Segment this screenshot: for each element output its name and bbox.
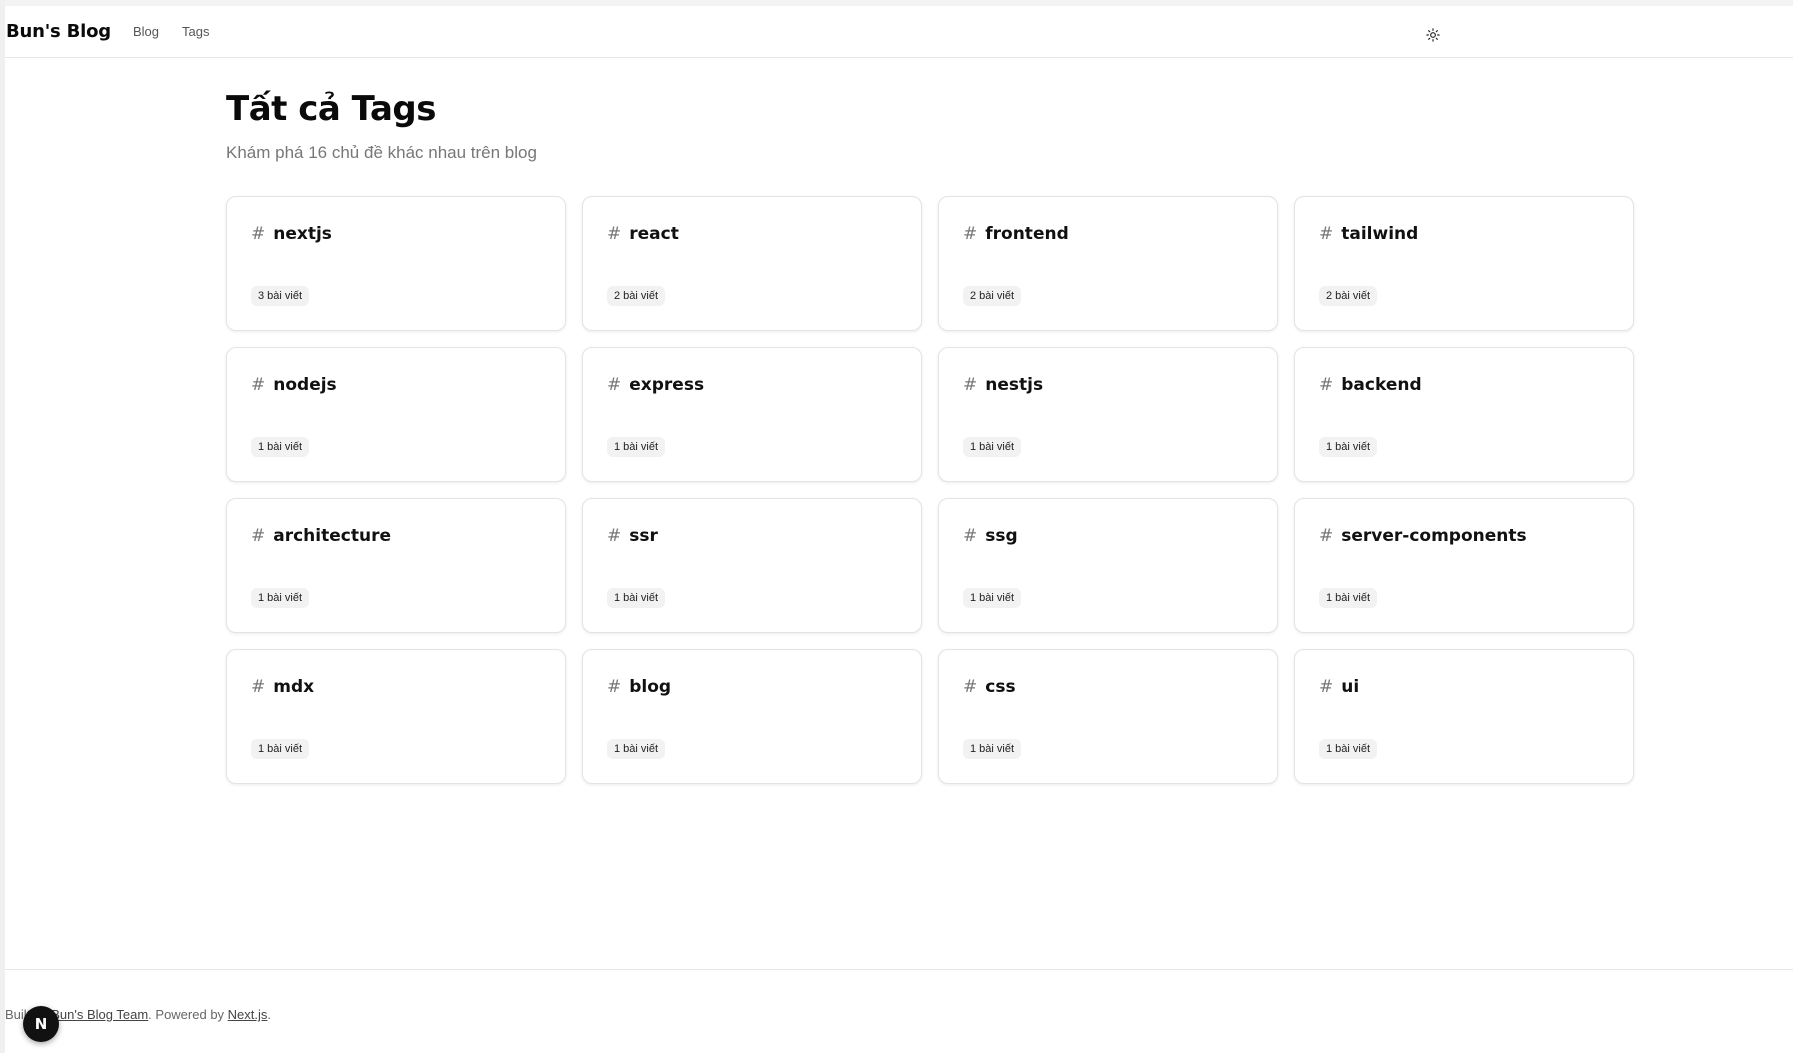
hash-icon: # [607,375,622,395]
tag-card[interactable]: # backend 1 bài viết [1294,347,1634,482]
tag-name: nodejs [273,375,337,395]
nextjs-dev-tools-button[interactable]: N [23,1006,59,1042]
window-left-strip [0,0,5,1053]
post-count-badge: 1 bài viết [251,437,310,457]
hash-icon: # [1319,677,1334,697]
tag-card[interactable]: # nodejs 1 bài viết [226,347,566,482]
tag-name: react [629,224,679,244]
post-count-badge: 3 bài viết [251,286,310,306]
main-content: Tất cả Tags Khám phá 16 chủ đề khác nhau… [226,58,1636,784]
tag-name: ssg [985,526,1018,546]
tags-grid: # nextjs 3 bài viết # react 2 bài viết # fron… [226,196,1636,784]
hash-icon: # [251,224,266,244]
post-count-badge: 2 bài viết [1319,286,1378,306]
post-count-badge: 1 bài viết [1319,588,1378,608]
tag-card[interactable]: # react 2 bài viết [582,196,922,331]
hash-icon: # [963,677,978,697]
post-count-badge: 1 bài viết [607,437,666,457]
tag-card[interactable]: # ssg 1 bài viết [938,498,1278,633]
hash-icon: # [963,375,978,395]
tag-card[interactable]: # ssr 1 bài viết [582,498,922,633]
footer-framework-link[interactable]: Next.js [228,1007,268,1022]
post-count-badge: 2 bài viết [607,286,666,306]
tag-card[interactable]: # css 1 bài viết [938,649,1278,784]
hash-icon: # [251,677,266,697]
tag-name: express [629,375,705,395]
page-title: Tất cả Tags [226,89,437,129]
tag-card[interactable]: # ui 1 bài viết [1294,649,1634,784]
tag-name: frontend [985,224,1069,244]
tag-card[interactable]: # nestjs 1 bài viết [938,347,1278,482]
post-count-badge: 1 bài viết [607,739,666,759]
nav-link-tags[interactable]: Tags [182,24,209,39]
page-subtitle: Khám phá 16 chủ đề khác nhau trên blog [226,143,537,162]
tag-card[interactable]: # nextjs 3 bài viết [226,196,566,331]
brand-logo-link[interactable]: Bun's Blog [6,21,111,42]
hash-icon: # [607,677,622,697]
post-count-badge: 1 bài viết [963,437,1022,457]
post-count-badge: 1 bài viết [251,588,310,608]
hash-icon: # [1319,375,1334,395]
hash-icon: # [1319,526,1334,546]
tag-card[interactable]: # server-components 1 bài viết [1294,498,1634,633]
post-count-badge: 1 bài viết [963,588,1022,608]
hash-icon: # [963,526,978,546]
footer-author-link[interactable]: Bun's Blog Team [51,1007,148,1022]
post-count-badge: 1 bài viết [607,588,666,608]
tag-card[interactable]: # tailwind 2 bài viết [1294,196,1634,331]
site-footer: Built by Bun's Blog Team. Powered by Nex… [5,969,1793,1053]
tag-card[interactable]: # architecture 1 bài viết [226,498,566,633]
hash-icon: # [1319,224,1334,244]
hash-icon: # [607,224,622,244]
post-count-badge: 1 bài viết [1319,739,1378,759]
tag-name: ui [1341,677,1360,697]
nextjs-logo-icon: N [34,1015,48,1033]
post-count-badge: 1 bài viết [963,739,1022,759]
site-header: Bun's Blog Blog Tags [5,6,1793,58]
tag-card[interactable]: # frontend 2 bài viết [938,196,1278,331]
hash-icon: # [251,526,266,546]
hash-icon: # [607,526,622,546]
tag-name: backend [1341,375,1422,395]
tag-name: architecture [273,526,391,546]
tag-card[interactable]: # express 1 bài viết [582,347,922,482]
nav-link-blog[interactable]: Blog [133,24,159,39]
tag-name: nextjs [273,224,332,244]
tag-name: mdx [273,677,315,697]
tag-name: server-components [1341,526,1527,546]
tag-name: tailwind [1341,224,1419,244]
post-count-badge: 1 bài viết [1319,437,1378,457]
tag-name: css [985,677,1016,697]
post-count-badge: 1 bài viết [251,739,310,759]
footer-suffix: . [267,1007,272,1022]
theme-toggle-button[interactable] [1420,22,1446,48]
tag-card[interactable]: # blog 1 bài viết [582,649,922,784]
tag-name: nestjs [985,375,1044,395]
tag-card[interactable]: # mdx 1 bài viết [226,649,566,784]
tag-name: ssr [629,526,658,546]
tag-name: blog [629,677,672,697]
sun-icon [1426,28,1440,42]
post-count-badge: 2 bài viết [963,286,1022,306]
footer-middle: . Powered by [148,1007,228,1022]
hash-icon: # [251,375,266,395]
hash-icon: # [963,224,978,244]
